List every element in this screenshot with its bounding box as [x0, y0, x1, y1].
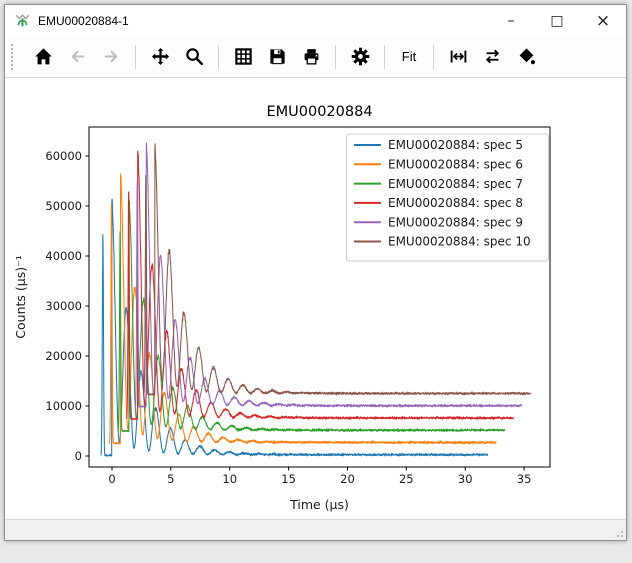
- home-button[interactable]: [28, 42, 58, 72]
- x-tick-label: 5: [167, 472, 174, 486]
- status-message: [5, 520, 626, 526]
- gear-icon: [351, 47, 370, 66]
- window-title: EMU00020884-1: [38, 14, 129, 28]
- toolbar-separator: [218, 45, 219, 69]
- legend-label: EMU00020884: spec 8: [388, 196, 523, 210]
- plot-window: EMU00020884-1 – □ ×: [4, 4, 627, 541]
- forward-button[interactable]: [96, 42, 126, 72]
- x-tick-label: 0: [108, 472, 115, 486]
- y-axis-label: Counts (μs)⁻¹: [13, 255, 28, 338]
- back-button[interactable]: [62, 42, 92, 72]
- x-tick-label: 20: [340, 472, 355, 486]
- forward-arrow-icon: [102, 47, 121, 66]
- customize-button[interactable]: [345, 42, 375, 72]
- legend-label: EMU00020884: spec 5: [388, 138, 523, 152]
- y-tick-label: 50000: [45, 199, 82, 213]
- swap-axes-icon: [483, 47, 502, 66]
- y-tick-label: 30000: [45, 299, 82, 313]
- legend: EMU00020884: spec 5 EMU00020884: spec 6 EM…: [347, 134, 549, 261]
- grid-icon: [234, 47, 253, 66]
- home-icon: [34, 47, 53, 66]
- chart-title: EMU00020884: [266, 104, 372, 120]
- swap-axes-button[interactable]: [477, 42, 507, 72]
- toolbar-separator: [335, 45, 336, 69]
- resize-grip-icon[interactable]: [613, 527, 624, 538]
- pan-button[interactable]: [145, 42, 175, 72]
- plot-toolbar: Fit: [5, 36, 626, 78]
- scale-width-button[interactable]: [443, 42, 473, 72]
- fit-button[interactable]: Fit: [394, 42, 424, 72]
- fill-color-icon: [517, 47, 536, 66]
- y-tick-label: 0: [75, 449, 82, 463]
- grid-button[interactable]: [228, 42, 258, 72]
- plot-canvas[interactable]: 0 5 10 15 20 25 30 35 0 10000 20000 30000 40000 50000…: [5, 78, 626, 519]
- fill-color-button[interactable]: [511, 42, 541, 72]
- toolbar-separator: [135, 45, 136, 69]
- minimize-button[interactable]: –: [488, 5, 534, 36]
- y-tick-label: 10000: [45, 399, 82, 413]
- legend-label: EMU00020884: spec 10: [388, 235, 531, 249]
- print-button[interactable]: [296, 42, 326, 72]
- save-floppy-icon: [268, 47, 287, 66]
- x-tick-label: 30: [458, 472, 473, 486]
- scale-width-icon: [449, 47, 468, 66]
- toolbar-separator: [433, 45, 434, 69]
- legend-label: EMU00020884: spec 9: [388, 215, 523, 229]
- figure: 0 5 10 15 20 25 30 35 0 10000 20000 30000 40000 50000…: [5, 78, 626, 519]
- maximize-button[interactable]: □: [534, 5, 580, 36]
- save-button[interactable]: [262, 42, 292, 72]
- toolbar-drag-handle[interactable]: [11, 44, 16, 70]
- close-button[interactable]: ×: [580, 5, 626, 36]
- y-tick-label: 40000: [45, 249, 82, 263]
- status-bar: [5, 519, 626, 540]
- printer-icon: [302, 47, 321, 66]
- pan-icon: [151, 47, 170, 66]
- x-tick-label: 10: [222, 472, 237, 486]
- magnifier-icon: [185, 47, 204, 66]
- legend-label: EMU00020884: spec 7: [388, 177, 523, 191]
- toolbar-separator: [384, 45, 385, 69]
- x-axis-label: Time (μs): [289, 497, 349, 512]
- legend-label: EMU00020884: spec 6: [388, 158, 523, 172]
- title-bar[interactable]: EMU00020884-1 – □ ×: [5, 5, 626, 36]
- y-tick-label: 60000: [45, 149, 82, 163]
- y-tick-label: 20000: [45, 349, 82, 363]
- x-tick-label: 15: [281, 472, 296, 486]
- mantid-logo-icon: [14, 12, 31, 29]
- zoom-button[interactable]: [179, 42, 209, 72]
- back-arrow-icon: [68, 47, 87, 66]
- x-tick-label: 25: [399, 472, 414, 486]
- x-tick-label: 35: [517, 472, 532, 486]
